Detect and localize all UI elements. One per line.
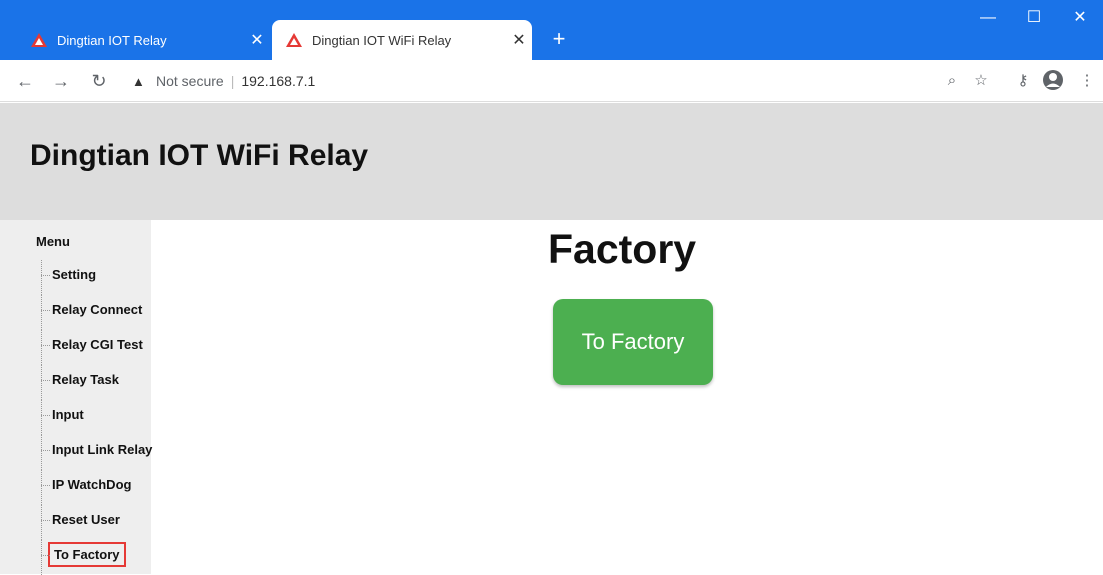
menu-dots-icon[interactable]: ⋮ <box>1076 70 1098 92</box>
menu-heading: Menu <box>36 234 70 249</box>
warning-icon: ▲ <box>132 73 145 89</box>
sidebar-menu: Menu Setting Relay Connect Relay CGI Tes… <box>0 220 152 575</box>
window-controls: — ☐ ✕ <box>965 0 1103 40</box>
profile-icon[interactable] <box>1042 69 1064 91</box>
browser-tab-1[interactable]: Dingtian IOT Relay ✕ <box>22 20 270 60</box>
menu-item-label[interactable]: Reset User <box>52 512 120 527</box>
tab-close-icon[interactable]: ✕ <box>506 30 532 50</box>
menu-item-to-factory[interactable]: To Factory <box>36 540 151 575</box>
menu-item-setting[interactable]: Setting <box>36 260 151 295</box>
tab-title: Dingtian IOT Relay <box>57 32 167 48</box>
menu-item-label[interactable]: Setting <box>52 267 96 282</box>
tab-title: Dingtian IOT WiFi Relay <box>312 32 452 48</box>
menu-item-label[interactable]: Input <box>52 407 84 422</box>
security-label: Not secure <box>156 73 224 89</box>
address-bar[interactable]: ▲ Not secure | 192.168.7.1 <box>122 65 1002 97</box>
browser-toolbar: ← → ↻ ▲ Not secure | 192.168.7.1 ⌕ ☆ ⚷ ⋮ <box>0 60 1103 102</box>
menu-item-label[interactable]: To Factory <box>48 542 126 567</box>
menu-item-label[interactable]: Relay Task <box>52 372 119 387</box>
menu-item-label[interactable]: IP WatchDog <box>52 477 131 492</box>
back-arrow-icon[interactable]: ← <box>12 68 38 94</box>
maximize-button[interactable]: ☐ <box>1011 0 1057 36</box>
menu-item-label[interactable]: Relay Connect <box>52 302 142 317</box>
minimize-button[interactable]: — <box>965 0 1011 36</box>
zoom-icon[interactable]: ⌕ <box>941 70 963 92</box>
new-tab-button[interactable]: + <box>544 24 574 54</box>
dingtian-favicon-icon <box>286 33 302 47</box>
page-header: Dingtian IOT WiFi Relay <box>0 103 1103 220</box>
menu-item-label[interactable]: Input Link Relay <box>52 442 152 457</box>
browser-tab-2[interactable]: Dingtian IOT WiFi Relay ✕ <box>272 20 532 60</box>
menu-item-input-link-relay[interactable]: Input Link Relay <box>36 435 152 470</box>
key-icon[interactable]: ⚷ <box>1012 70 1034 92</box>
page-title: Dingtian IOT WiFi Relay <box>30 139 369 172</box>
reload-icon[interactable]: ↻ <box>86 68 112 94</box>
menu-item-label[interactable]: Relay CGI Test <box>52 337 143 352</box>
main-heading: Factory <box>548 226 697 272</box>
menu-tree: Setting Relay Connect Relay CGI Test Rel… <box>36 260 152 575</box>
star-icon[interactable]: ☆ <box>970 70 992 92</box>
menu-item-input[interactable]: Input <box>36 400 151 435</box>
menu-item-relay-task[interactable]: Relay Task <box>36 365 151 400</box>
close-window-button[interactable]: ✕ <box>1057 0 1103 36</box>
menu-item-reset-user[interactable]: Reset User <box>36 505 151 540</box>
menu-item-relay-cgi-test[interactable]: Relay CGI Test <box>36 330 151 365</box>
browser-tabstrip: Dingtian IOT Relay ✕ Dingtian IOT WiFi R… <box>0 0 1103 60</box>
to-factory-button[interactable]: To Factory <box>553 299 713 385</box>
menu-item-ip-watchdog[interactable]: IP WatchDog <box>36 470 151 505</box>
url-text: 192.168.7.1 <box>241 73 316 89</box>
tab-close-icon[interactable]: ✕ <box>244 30 270 50</box>
menu-item-relay-connect[interactable]: Relay Connect <box>36 295 151 330</box>
forward-arrow-icon[interactable]: → <box>48 68 74 94</box>
dingtian-favicon-icon <box>31 33 47 47</box>
address-separator: | <box>230 73 235 89</box>
